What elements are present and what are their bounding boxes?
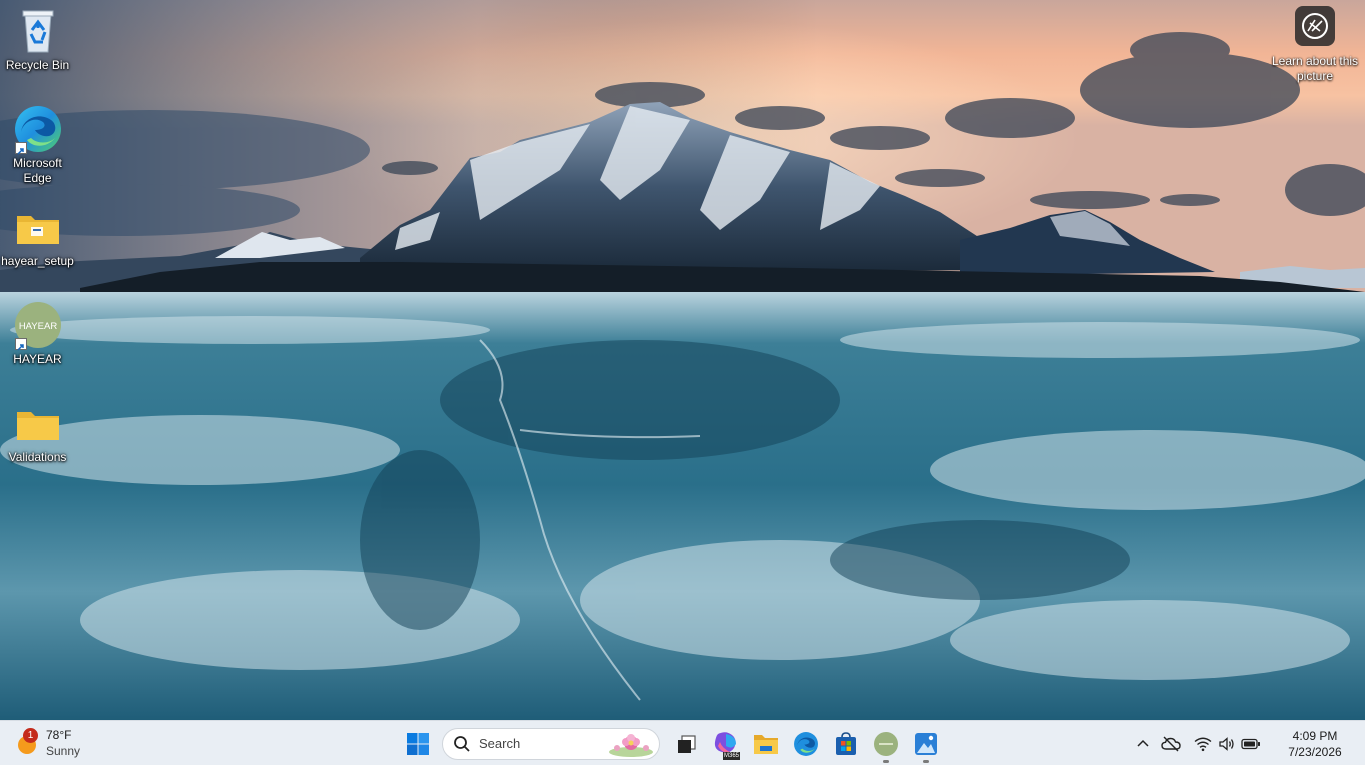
weather-condition: Sunny (46, 744, 81, 758)
microsoft-store-button[interactable] (826, 724, 866, 764)
search-highlight-flower-icon (609, 733, 653, 757)
running-indicator (883, 759, 889, 763)
wifi-icon (1194, 737, 1212, 751)
shortcut-arrow-icon (14, 338, 27, 351)
microsoft-store-icon (836, 731, 856, 755)
task-view-icon (678, 734, 696, 753)
taskbar-apps: Search M365 (398, 721, 946, 766)
learn-about-label: Learn about this picture (1271, 54, 1359, 83)
desktop-icon-label: HAYEAR (13, 352, 62, 366)
windows-start-icon (407, 732, 429, 755)
desktop-icon-label: Microsoft Edge (13, 156, 62, 185)
show-hidden-icons-button[interactable] (1129, 724, 1157, 764)
microsoft-365-copilot-button[interactable]: M365 (706, 724, 746, 764)
system-tray: 4:09 PM 7/23/2026 (1129, 721, 1365, 766)
desktop-icon-label: Recycle Bin (5, 58, 70, 72)
edge-taskbar-button[interactable] (786, 724, 826, 764)
onedrive-button[interactable] (1157, 724, 1185, 764)
m365-badge: M365 (723, 751, 741, 760)
network-button[interactable] (1191, 724, 1215, 764)
desktop-icon-recycle-bin[interactable]: Recycle Bin (0, 0, 75, 92)
search-icon (454, 735, 470, 752)
weather-widget[interactable]: 1 78°F Sunny (14, 725, 134, 761)
battery-button[interactable] (1239, 724, 1263, 764)
taskbar: 1 78°F Sunny Search M365 4:09 PM 7/23/20… (0, 720, 1365, 765)
desktop-icon-microsoft-edge[interactable]: Microsoft Edge (0, 98, 75, 190)
desktop-icon-hayear[interactable]: HAYEAR HAYEAR (0, 294, 75, 386)
desktop-icon-validations[interactable]: Validations (0, 392, 75, 484)
weather-notification-badge: 1 (23, 728, 38, 743)
volume-button[interactable] (1215, 724, 1239, 764)
desktop-icon-hayear-setup[interactable]: hayear_setup (0, 196, 75, 288)
learn-about-this-picture[interactable]: Learn about this picture (1265, 6, 1365, 96)
sun-icon: 1 (14, 728, 40, 756)
running-indicator (923, 759, 929, 763)
shortcut-arrow-icon (14, 142, 27, 155)
hayear-app-icon: HAYEAR (13, 300, 63, 351)
hayear-app-icon (874, 731, 898, 756)
file-explorer-button[interactable] (746, 724, 786, 764)
weather-temperature: 78°F (46, 728, 72, 742)
start-button[interactable] (398, 724, 438, 764)
chevron-up-icon (1137, 739, 1149, 747)
clock-date: 7/23/2026 (1288, 744, 1342, 759)
folder-icon (13, 398, 63, 448)
task-view-button[interactable] (666, 724, 706, 764)
clock[interactable]: 4:09 PM 7/23/2026 (1267, 728, 1363, 760)
desktop-icon-label: Validations (8, 450, 67, 464)
recycle-bin-icon (13, 6, 63, 56)
file-explorer-icon (754, 734, 778, 754)
desktop-wallpaper (0, 0, 1365, 720)
photos-icon (915, 732, 937, 755)
folder-icon (13, 202, 63, 252)
hayear-logo-text: HAYEAR (18, 321, 57, 332)
edge-icon (13, 104, 63, 155)
search-box[interactable]: Search (442, 727, 660, 760)
camera-info-icon (1295, 6, 1335, 46)
photos-button[interactable] (906, 724, 946, 764)
clock-time: 4:09 PM (1292, 728, 1338, 743)
speaker-icon (1219, 736, 1234, 751)
desktop-icon-label: hayear_setup (1, 254, 74, 268)
edge-icon (794, 731, 818, 756)
search-placeholder: Search (479, 736, 521, 751)
cloud-offline-icon (1161, 736, 1181, 751)
battery-icon (1241, 738, 1260, 749)
hayear-taskbar-button[interactable] (866, 724, 906, 764)
